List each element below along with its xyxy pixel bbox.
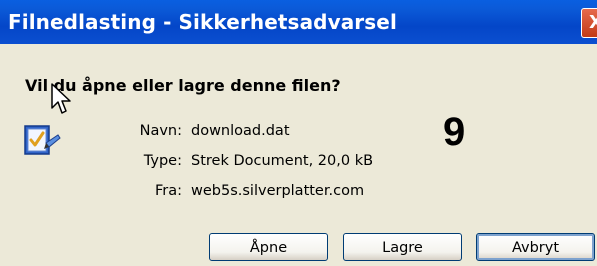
field-label: Fra: (154, 183, 182, 199)
save-button[interactable]: Lagre (343, 233, 462, 261)
field-value-name: download.dat (191, 123, 290, 139)
download-security-dialog: Filnedlasting - Sikkerhetsadvarsel X Vil… (0, 0, 597, 266)
title-bar: Filnedlasting - Sikkerhetsadvarsel X (0, 0, 597, 44)
close-button[interactable]: X (581, 8, 597, 38)
field-row-type: Type: (90, 153, 182, 173)
close-icon: X (589, 12, 597, 33)
field-row-from: Fra: (90, 183, 182, 203)
field-label: Type: (143, 153, 182, 169)
file-download-icon (24, 125, 61, 155)
step-number-overlay: 9 (443, 110, 466, 154)
cancel-button[interactable]: Avbryt (476, 233, 595, 261)
open-button[interactable]: Åpne (209, 233, 328, 261)
field-value-from: web5s.silverplatter.com (191, 183, 365, 199)
field-label: Navn: (139, 123, 182, 139)
field-value-type: Strek Document, 20,0 kB (191, 153, 374, 169)
dialog-title: Filnedlasting - Sikkerhetsadvarsel (8, 10, 397, 34)
mouse-pointer-icon (51, 83, 71, 114)
field-row-name: Navn: (90, 123, 182, 143)
